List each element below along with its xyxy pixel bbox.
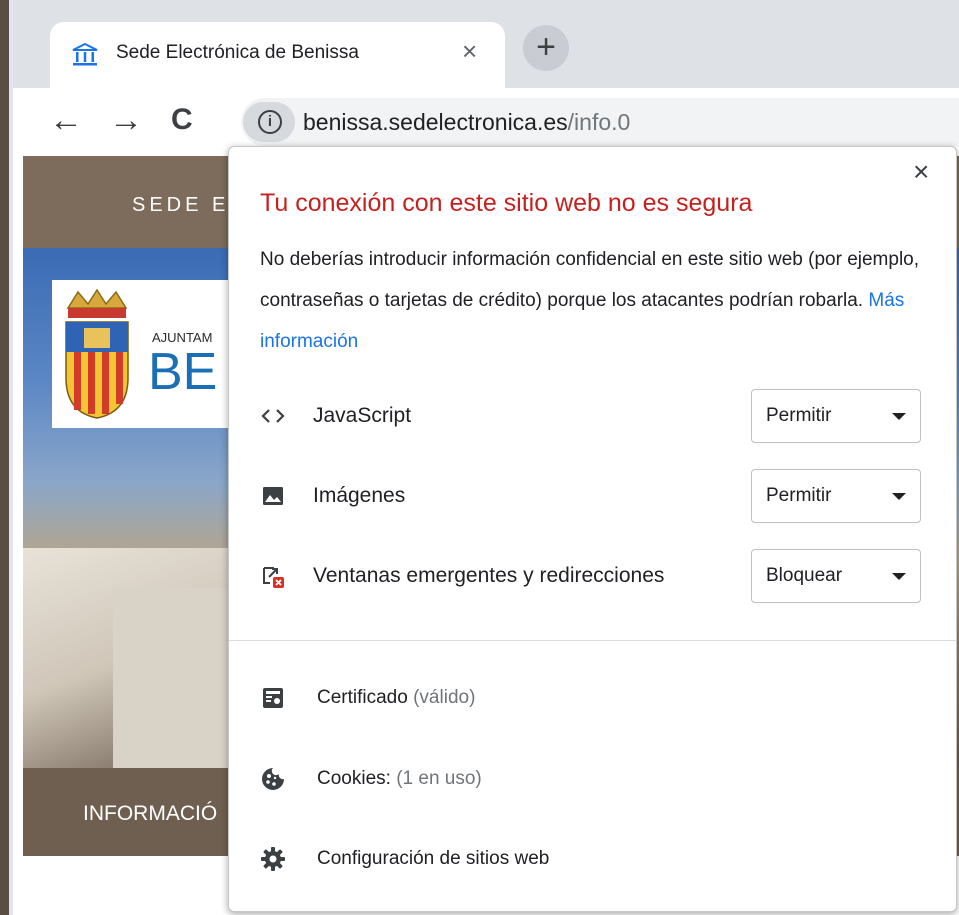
permission-select[interactable]: Permitir — [751, 469, 921, 523]
cookie-icon — [262, 768, 284, 790]
popup-title: Tu conexión con este sitio web no es seg… — [260, 189, 753, 217]
window-edge — [0, 0, 9, 915]
code-icon — [261, 409, 285, 423]
permission-row-popups: Ventanas emergentes y redirecciones Bloq… — [229, 547, 956, 607]
popup-blocked-icon — [263, 567, 284, 588]
permission-label: Imágenes — [313, 484, 406, 507]
certificate-icon — [263, 688, 283, 708]
divider — [229, 640, 956, 641]
back-button[interactable]: ← — [49, 98, 83, 142]
site-header-text: SEDE E — [132, 194, 230, 216]
permission-value: Bloquear — [766, 565, 843, 586]
logo-big-text: BE — [148, 343, 218, 401]
certificate-link[interactable]: Certificado (válido) — [229, 669, 956, 729]
image-icon — [263, 487, 283, 505]
permission-value: Permitir — [766, 405, 832, 426]
forward-button[interactable]: → — [109, 98, 143, 142]
cookies-count: (1 en uso) — [396, 768, 482, 789]
hero-building-2 — [113, 588, 233, 768]
permission-row-images: Imágenes Permitir — [229, 467, 956, 527]
certificate-status: (válido) — [413, 687, 476, 708]
tab-active[interactable]: Sede Electrónica de Benissa × — [50, 22, 505, 88]
chevron-down-icon — [892, 573, 906, 580]
tab-close-icon[interactable]: × — [462, 36, 477, 67]
permission-label: JavaScript — [313, 404, 412, 427]
info-icon: i — [258, 110, 282, 134]
site-info-popup: × Tu conexión con este sitio web no es s… — [228, 146, 957, 912]
site-settings-link[interactable]: Configuración de sitios web — [229, 830, 956, 890]
permission-label: Ventanas emergentes y redirecciones — [313, 564, 665, 587]
url-path: /info.0 — [567, 109, 631, 135]
permission-select[interactable]: Permitir — [751, 389, 921, 443]
crest-icon — [65, 288, 129, 419]
institution-icon — [72, 42, 98, 66]
reload-button[interactable]: C — [171, 98, 193, 142]
site-nav-item[interactable]: INFORMACIÓ — [83, 802, 217, 826]
permission-select[interactable]: Bloquear — [751, 549, 921, 603]
popup-description: No deberías introducir información confi… — [260, 239, 940, 362]
link-label: Certificado (válido) — [317, 687, 475, 709]
link-label: Configuración de sitios web — [317, 848, 550, 869]
gear-icon — [261, 847, 285, 871]
permission-value: Permitir — [766, 485, 832, 506]
new-tab-button[interactable]: + — [523, 25, 569, 71]
url-host: benissa.sedelectronica.es — [303, 109, 568, 135]
tab-strip: Sede Electrónica de Benissa × + — [13, 0, 959, 88]
site-info-button[interactable]: i — [243, 102, 295, 142]
cookies-label: Cookies: — [317, 768, 391, 789]
chevron-down-icon — [892, 493, 906, 500]
link-label: Cookies: (1 en uso) — [317, 768, 482, 790]
url-text[interactable]: benissa.sedelectronica.es/info.0 — [303, 109, 630, 136]
omnibox[interactable]: i benissa.sedelectronica.es/info.0 — [241, 98, 959, 146]
certificate-label: Certificado — [317, 687, 408, 708]
permission-row-javascript: JavaScript Permitir — [229, 387, 956, 447]
cookies-link[interactable]: Cookies: (1 en uso) — [229, 750, 956, 810]
tab-title: Sede Electrónica de Benissa — [116, 42, 359, 63]
chevron-down-icon — [892, 413, 906, 420]
popup-body-text: No deberías introducir información confi… — [260, 249, 920, 311]
close-icon[interactable]: × — [913, 157, 929, 187]
